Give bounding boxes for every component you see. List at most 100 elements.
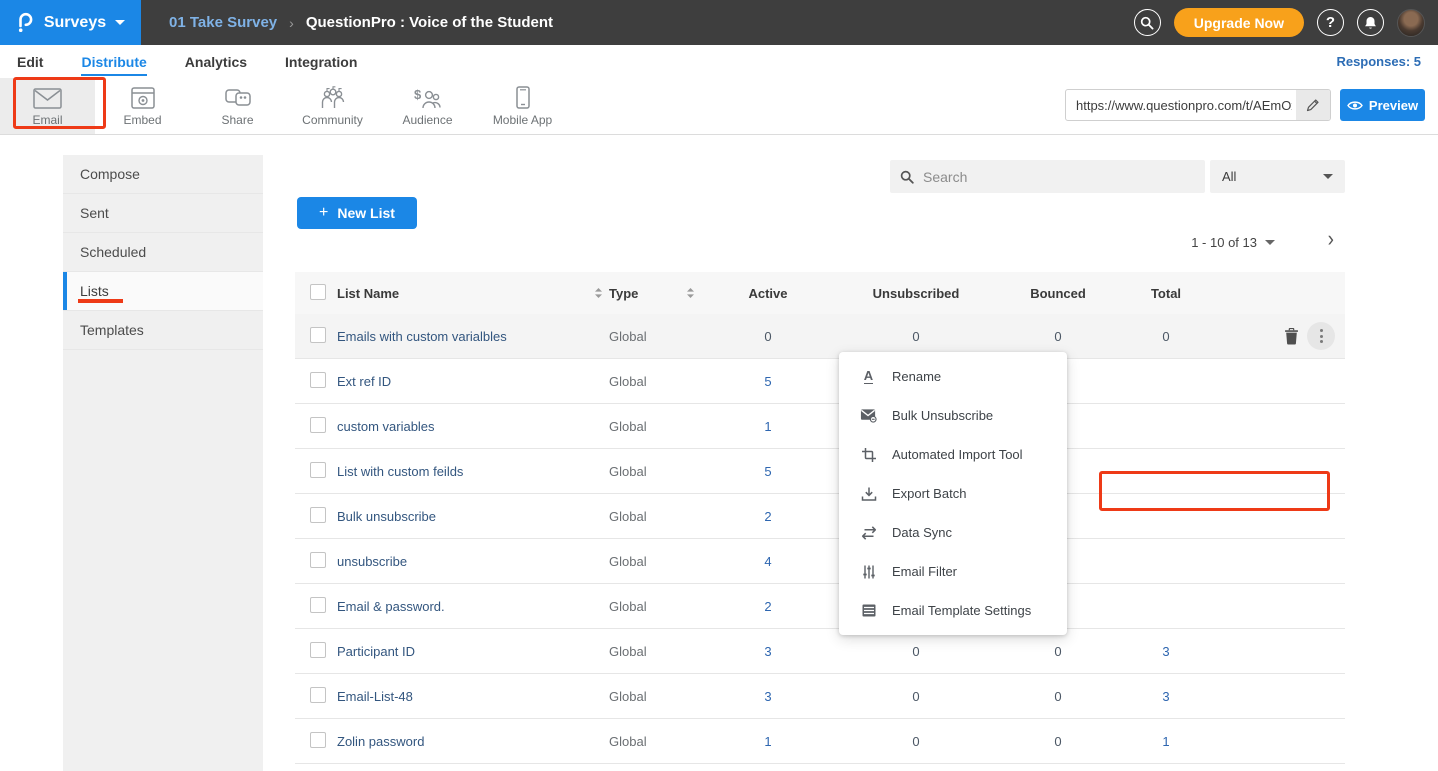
table-row[interactable]: custom variables Global 1 0 0 <box>295 404 1345 449</box>
active-count[interactable]: 4 <box>705 554 831 569</box>
delete-icon[interactable] <box>1284 328 1299 345</box>
sort-icon[interactable] <box>686 287 695 299</box>
user-avatar[interactable] <box>1397 9 1425 37</box>
menu-item-email-filter[interactable]: Email Filter <box>839 552 1067 591</box>
tab-distribute[interactable]: Distribute <box>81 48 146 76</box>
unsubscribed-count[interactable]: 0 <box>831 644 1001 659</box>
survey-url-field[interactable] <box>1065 89 1331 121</box>
unsubscribed-count[interactable]: 0 <box>831 689 1001 704</box>
menu-item-bulk-unsubscribe[interactable]: Bulk Unsubscribe <box>839 396 1067 435</box>
search-icon[interactable] <box>1134 9 1161 36</box>
active-count[interactable]: 3 <box>705 644 831 659</box>
row-checkbox[interactable] <box>310 372 326 388</box>
row-checkbox[interactable] <box>310 417 326 433</box>
notifications-bell-icon[interactable] <box>1357 9 1384 36</box>
toolbar-item-share[interactable]: Share <box>190 78 285 134</box>
sidebar-item-templates[interactable]: Templates <box>63 311 263 350</box>
table-row[interactable]: Participant ID Global 3 0 0 3 <box>295 629 1345 674</box>
list-filter-dropdown[interactable]: All <box>1210 160 1345 193</box>
toolbar-item-embed[interactable]: Embed <box>95 78 190 134</box>
row-checkbox[interactable] <box>310 687 326 703</box>
active-count[interactable]: 5 <box>705 464 831 479</box>
responses-count[interactable]: Responses: 5 <box>1336 54 1421 69</box>
menu-item-automated-import-tool[interactable]: Automated Import Tool <box>839 435 1067 474</box>
menu-item-email-template-settings[interactable]: Email Template Settings <box>839 591 1067 630</box>
select-all-checkbox[interactable] <box>310 284 326 300</box>
menu-item-export-batch[interactable]: Export Batch <box>839 474 1067 513</box>
active-count[interactable]: 5 <box>705 374 831 389</box>
sidebar-item-compose[interactable]: Compose <box>63 155 263 194</box>
upgrade-now-button[interactable]: Upgrade Now <box>1174 8 1304 37</box>
table-row[interactable]: Bulk unsubscribe Global 2 1 0 <box>295 494 1345 539</box>
total-count[interactable]: 3 <box>1115 689 1217 704</box>
active-count[interactable]: 3 <box>705 689 831 704</box>
toolbar-item-mobile-app[interactable]: Mobile App <box>475 78 570 134</box>
preview-button[interactable]: Preview <box>1340 89 1425 121</box>
toolbar-item-community[interactable]: Community <box>285 78 380 134</box>
search-input[interactable] <box>923 169 1195 185</box>
row-checkbox[interactable] <box>310 462 326 478</box>
sort-icon[interactable] <box>594 287 603 299</box>
list-search[interactable] <box>890 160 1205 193</box>
tab-edit[interactable]: Edit <box>17 48 43 76</box>
row-checkbox[interactable] <box>310 327 326 343</box>
list-name-link[interactable]: custom variables <box>337 419 435 434</box>
list-name-link[interactable]: Ext ref ID <box>337 374 391 389</box>
table-row[interactable]: List with custom feilds Global 5 0 0 <box>295 449 1345 494</box>
menu-item-data-sync[interactable]: Data Sync <box>839 513 1067 552</box>
list-name-link[interactable]: Zolin password <box>337 734 424 749</box>
table-row[interactable]: Ext ref ID Global 5 0 0 <box>295 359 1345 404</box>
breadcrumb-survey-link[interactable]: 01 Take Survey <box>169 14 277 31</box>
list-name-link[interactable]: unsubscribe <box>337 554 407 569</box>
list-name-link[interactable]: Bulk unsubscribe <box>337 509 436 524</box>
active-count[interactable]: 2 <box>705 599 831 614</box>
bounced-count[interactable]: 0 <box>1001 734 1115 749</box>
next-page-arrow[interactable]: › <box>1328 227 1334 252</box>
active-count[interactable]: 1 <box>705 734 831 749</box>
total-count[interactable]: 1 <box>1115 734 1217 749</box>
pagination[interactable]: 1 - 10 of 13 <box>1191 235 1275 250</box>
unsubscribed-count[interactable]: 0 <box>831 734 1001 749</box>
sidebar-item-sent[interactable]: Sent <box>63 194 263 233</box>
row-checkbox[interactable] <box>310 507 326 523</box>
row-checkbox[interactable] <box>310 642 326 658</box>
row-checkbox[interactable] <box>310 552 326 568</box>
toolbar-item-audience[interactable]: $Audience <box>380 78 475 134</box>
active-count[interactable]: 0 <box>705 329 831 344</box>
table-row[interactable]: Email-List-48 Global 3 0 0 3 <box>295 674 1345 719</box>
bounced-count[interactable]: 0 <box>1001 689 1115 704</box>
sidebar-item-lists[interactable]: Lists <box>63 272 263 311</box>
col-list-name[interactable]: List Name <box>337 286 399 301</box>
help-icon[interactable]: ? <box>1317 9 1344 36</box>
list-name-link[interactable]: Emails with custom varialbles <box>337 329 507 344</box>
total-count[interactable]: 0 <box>1115 329 1217 344</box>
table-row[interactable]: Email & password. Global 2 0 0 <box>295 584 1345 629</box>
row-checkbox[interactable] <box>310 732 326 748</box>
active-count[interactable]: 1 <box>705 419 831 434</box>
menu-item-rename[interactable]: ARename <box>839 357 1067 396</box>
bounced-count[interactable]: 0 <box>1001 644 1115 659</box>
unsubscribed-count[interactable]: 0 <box>831 329 1001 344</box>
list-name-link[interactable]: Participant ID <box>337 644 415 659</box>
table-row[interactable]: Zolin password Global 1 0 0 1 <box>295 719 1345 764</box>
product-switcher[interactable]: Surveys <box>0 0 141 45</box>
list-name-link[interactable]: List with custom feilds <box>337 464 463 479</box>
tab-analytics[interactable]: Analytics <box>185 48 247 76</box>
tab-integration[interactable]: Integration <box>285 48 357 76</box>
edit-url-pencil-icon[interactable] <box>1296 90 1330 120</box>
table-row[interactable]: Emails with custom varialbles Global 0 0… <box>295 314 1345 359</box>
list-name-link[interactable]: Email-List-48 <box>337 689 413 704</box>
sidebar-item-scheduled[interactable]: Scheduled <box>63 233 263 272</box>
new-list-button[interactable]: + New List <box>297 197 417 229</box>
toolbar-item-email[interactable]: Email <box>0 78 95 134</box>
survey-url-input[interactable] <box>1066 98 1296 113</box>
data-sync-icon <box>860 525 877 541</box>
total-count[interactable]: 3 <box>1115 644 1217 659</box>
active-count[interactable]: 2 <box>705 509 831 524</box>
more-options-icon[interactable] <box>1307 322 1335 350</box>
bounced-count[interactable]: 0 <box>1001 329 1115 344</box>
table-row[interactable]: unsubscribe Global 4 0 0 <box>295 539 1345 584</box>
col-type[interactable]: Type <box>609 286 638 301</box>
row-checkbox[interactable] <box>310 597 326 613</box>
list-name-link[interactable]: Email & password. <box>337 599 445 614</box>
